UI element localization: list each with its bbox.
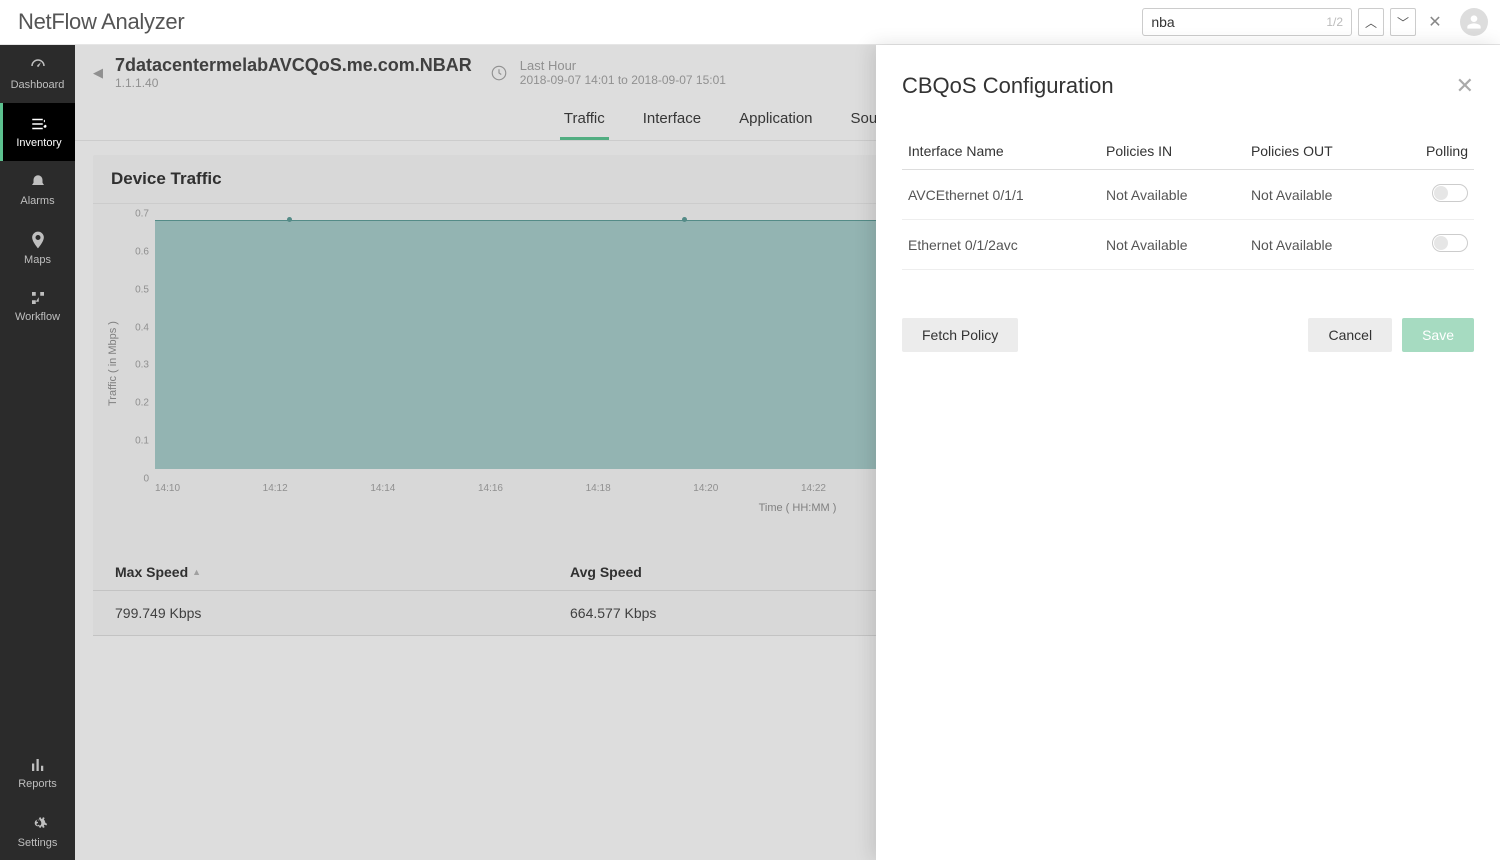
cbqos-table: Interface Name Policies IN Policies OUT … [902,133,1474,270]
sidebar-item-dashboard[interactable]: Dashboard [0,45,75,103]
reports-icon [28,756,48,774]
sidebar-item-settings[interactable]: Settings [0,802,75,860]
cell-policies-in: Not Available [1100,170,1245,220]
sidebar-item-label: Dashboard [11,79,65,91]
table-row: AVCEthernet 0/1/1Not AvailableNot Availa… [902,170,1474,220]
user-avatar-icon[interactable] [1460,8,1488,36]
fetch-policy-button[interactable]: Fetch Policy [902,318,1018,352]
polling-toggle[interactable] [1432,234,1468,252]
app-title: NetFlow Analyzer [18,9,184,35]
search-box[interactable]: 1/2 [1142,8,1352,36]
sidebar-item-alarms[interactable]: Alarms [0,161,75,219]
sidebar-item-workflow[interactable]: Workflow [0,277,75,335]
sidebar-item-maps[interactable]: Maps [0,219,75,277]
cbqos-panel: CBQoS Configuration ✕ Interface Name Pol… [876,45,1500,860]
sidebar-item-label: Workflow [15,311,60,323]
sidebar-item-inventory[interactable]: Inventory [0,103,75,161]
settings-icon [28,813,48,833]
cell-policies-in: Not Available [1100,220,1245,270]
sidebar-item-label: Settings [18,837,58,849]
search-input[interactable] [1151,14,1326,30]
main: ◀ 7datacentermelabAVCQoS.me.com.NBAR 1.1… [75,45,1500,860]
th-polling: Polling [1390,133,1474,170]
dashboard-icon [27,57,49,75]
cell-interface: Ethernet 0/1/2avc [902,220,1100,270]
table-row: Ethernet 0/1/2avcNot AvailableNot Availa… [902,220,1474,270]
side-panel-title: CBQoS Configuration [902,73,1114,99]
topbar: NetFlow Analyzer 1/2 ︿ ﹀ ✕ [0,0,1500,45]
cell-policies-out: Not Available [1245,170,1390,220]
search-close-button[interactable]: ✕ [1422,8,1448,36]
th-policies-out: Policies OUT [1245,133,1390,170]
sidebar-item-label: Inventory [16,137,61,149]
save-button[interactable]: Save [1402,318,1474,352]
sidebar-item-reports[interactable]: Reports [0,744,75,802]
cancel-button[interactable]: Cancel [1308,318,1392,352]
workflow-icon [27,289,49,307]
inventory-icon [28,115,50,133]
th-policies-in: Policies IN [1100,133,1245,170]
th-interface: Interface Name [902,133,1100,170]
sidebar-item-label: Maps [24,254,51,266]
search-next-button[interactable]: ﹀ [1390,8,1416,36]
maps-icon [28,230,48,250]
sidebar: Dashboard Inventory Alarms Maps Workflow [0,45,75,860]
search-prev-button[interactable]: ︿ [1358,8,1384,36]
cell-policies-out: Not Available [1245,220,1390,270]
alarms-icon [27,173,49,191]
cell-interface: AVCEthernet 0/1/1 [902,170,1100,220]
sidebar-item-label: Reports [18,778,57,790]
close-button[interactable]: ✕ [1456,73,1474,99]
sidebar-item-label: Alarms [20,195,54,207]
search-group: 1/2 ︿ ﹀ ✕ [1142,8,1488,36]
polling-toggle[interactable] [1432,184,1468,202]
search-count: 1/2 [1326,15,1343,29]
